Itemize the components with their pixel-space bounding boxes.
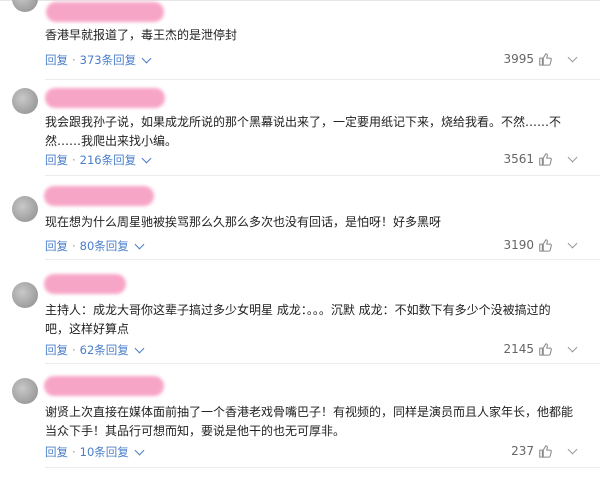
- like-count: 3995: [503, 52, 534, 66]
- comment-text: 主持人：成龙大哥你这辈子搞过多少女明星 成龙：。。。沉默 成龙：不如数下有多少个…: [45, 303, 551, 336]
- thumbs-up-icon[interactable]: [538, 152, 552, 166]
- comment-text: 我会跟我孙子说，如果成龙所说的那个黑幕说出来了，一定要用纸记下来，烧给我看。不然…: [45, 115, 562, 148]
- comment-item: 香港早就报道了，毒王杰的是泄停封 回复 · 373条回复 3995: [0, 0, 600, 80]
- chevron-down-icon[interactable]: [567, 444, 578, 455]
- view-replies-button[interactable]: 10条回复: [80, 444, 129, 460]
- comment-item: 谢贤上次直接在媒体面前抽了一个香港老戏骨嘴巴子！有视频的，同样是演员而且人家年长…: [0, 364, 600, 468]
- reply-button[interactable]: 回复: [45, 238, 68, 254]
- username-redacted[interactable]: [44, 274, 126, 294]
- username-redacted[interactable]: [44, 376, 164, 396]
- like-count: 3561: [503, 152, 534, 166]
- like-count: 237: [511, 444, 534, 458]
- avatar[interactable]: [12, 378, 38, 404]
- thumbs-up-icon[interactable]: [538, 238, 552, 252]
- comment-item: 我会跟我孙子说，如果成龙所说的那个黑幕说出来了，一定要用纸记下来，烧给我看。不然…: [0, 80, 600, 176]
- chevron-down-icon[interactable]: [141, 153, 152, 164]
- username-redacted[interactable]: [46, 2, 164, 22]
- avatar[interactable]: [12, 88, 38, 114]
- divider: [45, 467, 600, 468]
- view-replies-button[interactable]: 373条回复: [80, 52, 136, 68]
- separator: ·: [72, 445, 76, 459]
- like-count: 2145: [503, 342, 534, 356]
- avatar[interactable]: [12, 282, 38, 308]
- comment-item: 主持人：成龙大哥你这辈子搞过多少女明星 成龙：。。。沉默 成龙：不如数下有多少个…: [0, 260, 600, 364]
- thumbs-up-icon[interactable]: [538, 444, 552, 458]
- chevron-down-icon[interactable]: [134, 239, 145, 250]
- username-redacted[interactable]: [45, 88, 165, 108]
- like-count: 3190: [503, 238, 534, 252]
- username-redacted[interactable]: [44, 186, 154, 206]
- separator: ·: [72, 343, 76, 357]
- comment-actions: 回复 · 373条回复: [45, 52, 152, 68]
- comment-text: 现在想为什么周星驰被挨骂那么久那么多次也没有回话，是怕呀！好多黑呀: [45, 215, 442, 229]
- reply-button[interactable]: 回复: [45, 444, 68, 460]
- chevron-down-icon[interactable]: [567, 152, 578, 163]
- separator: ·: [72, 153, 76, 167]
- chevron-down-icon[interactable]: [134, 445, 145, 456]
- view-replies-button[interactable]: 80条回复: [80, 238, 129, 254]
- chevron-down-icon[interactable]: [141, 53, 152, 64]
- like-area: 3561: [503, 152, 552, 166]
- thumbs-up-icon[interactable]: [538, 52, 552, 66]
- separator: ·: [72, 53, 76, 67]
- reply-button[interactable]: 回复: [45, 52, 68, 68]
- chevron-down-icon[interactable]: [567, 52, 578, 63]
- comment-actions: 回复 · 62条回复: [45, 342, 145, 358]
- reply-button[interactable]: 回复: [45, 342, 68, 358]
- separator: ·: [72, 239, 76, 253]
- comment-actions: 回复 · 10条回复: [45, 444, 145, 460]
- comment-actions: 回复 · 216条回复: [45, 152, 152, 168]
- like-area: 2145: [503, 342, 552, 356]
- view-replies-button[interactable]: 62条回复: [80, 342, 129, 358]
- comment-text: 谢贤上次直接在媒体面前抽了一个香港老戏骨嘴巴子！有视频的，同样是演员而且人家年长…: [45, 405, 574, 438]
- comment-text: 香港早就报道了，毒王杰的是泄停封: [45, 28, 238, 42]
- like-area: 237: [511, 444, 552, 458]
- chevron-down-icon[interactable]: [134, 343, 145, 354]
- view-replies-button[interactable]: 216条回复: [80, 152, 136, 168]
- avatar[interactable]: [12, 196, 38, 222]
- chevron-down-icon[interactable]: [567, 238, 578, 249]
- avatar[interactable]: [12, 0, 38, 12]
- thumbs-up-icon[interactable]: [538, 342, 552, 356]
- comment-actions: 回复 · 80条回复: [45, 238, 145, 254]
- like-area: 3190: [503, 238, 552, 252]
- comment-item: 现在想为什么周星驰被挨骂那么久那么多次也没有回话，是怕呀！好多黑呀 回复 · 8…: [0, 176, 600, 260]
- like-area: 3995: [503, 52, 552, 66]
- chevron-down-icon[interactable]: [567, 342, 578, 353]
- reply-button[interactable]: 回复: [45, 152, 68, 168]
